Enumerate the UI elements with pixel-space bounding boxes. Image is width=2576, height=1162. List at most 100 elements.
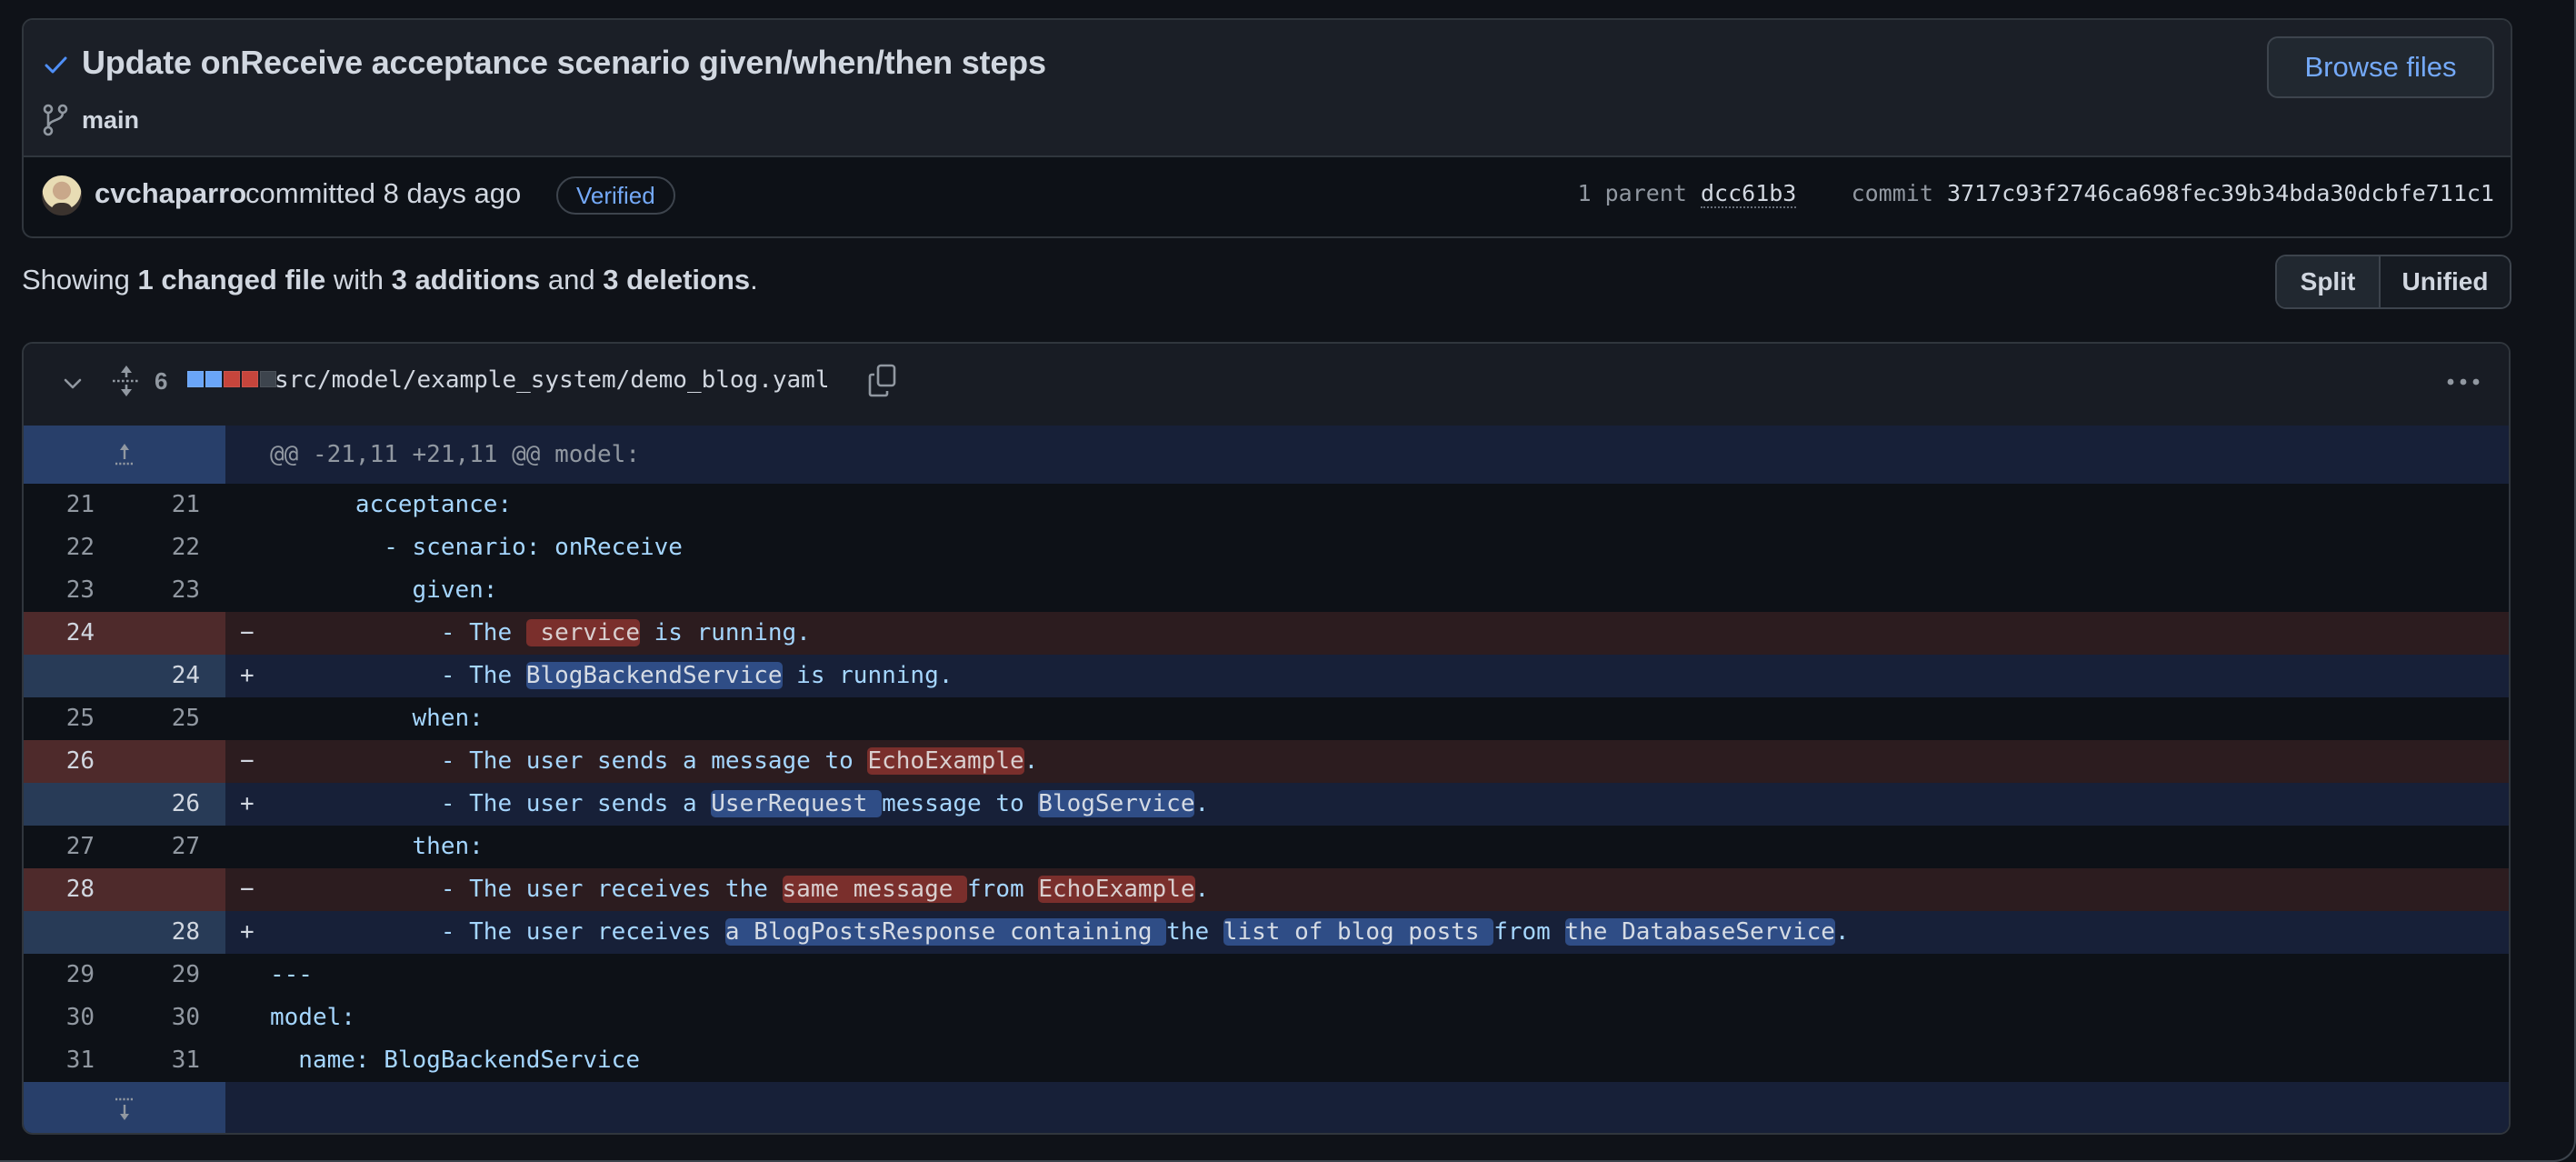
- summary-suffix: .: [750, 264, 758, 296]
- old-line-number[interactable]: 24: [24, 612, 115, 655]
- old-line-number[interactable]: 26: [24, 740, 115, 783]
- new-line-number[interactable]: 30: [115, 997, 225, 1039]
- diff-line-context: 25 25 when:: [24, 697, 2509, 740]
- code-line: - The BlogBackendService is running.: [270, 655, 2509, 697]
- code-text: is running.: [640, 619, 811, 646]
- commit-meta-row: cvchaparro committed 8 days ago Verified…: [24, 157, 2511, 236]
- code-line: when:: [270, 697, 2509, 740]
- diff-line-context: 29 29 ---: [24, 954, 2509, 997]
- diff-sign: +: [240, 790, 255, 817]
- git-branch-icon: [43, 104, 68, 136]
- code-line: model:: [270, 997, 2509, 1039]
- branch-name[interactable]: main: [82, 106, 139, 135]
- commit-hashes: 1 parent dcc61b3 commit 3717c93f2746ca69…: [1577, 180, 2494, 208]
- file-path[interactable]: src/model/example_system/demo_blog.yaml: [275, 366, 829, 394]
- code-text: - The: [270, 662, 526, 689]
- diff-sign: [225, 484, 270, 526]
- commit-hash: 3717c93f2746ca698fec39b34bda30dcbfe711c1: [1946, 180, 2494, 206]
- new-line-number[interactable]: 23: [115, 569, 225, 612]
- code-text: from: [967, 876, 1039, 903]
- file-diff: 6 src/model/example_system/demo_blog.yam…: [22, 342, 2511, 1135]
- old-line-number[interactable]: 31: [24, 1039, 115, 1082]
- new-line-number[interactable]: 29: [115, 954, 225, 997]
- new-line-number[interactable]: [115, 740, 225, 783]
- old-line-number[interactable]: 27: [24, 826, 115, 868]
- old-line-number[interactable]: 23: [24, 569, 115, 612]
- code-text: given:: [270, 576, 498, 604]
- new-line-number[interactable]: 25: [115, 697, 225, 740]
- old-line-number[interactable]: 30: [24, 997, 115, 1039]
- parent-hash-link[interactable]: dcc61b3: [1700, 180, 1797, 208]
- new-line-number[interactable]: 28: [115, 911, 225, 954]
- diff-line-context: 21 21 acceptance:: [24, 484, 2509, 526]
- code-text: when:: [270, 705, 484, 732]
- word-diff-added: the DatabaseService: [1564, 918, 1835, 946]
- code-line: - scenario: onReceive: [270, 526, 2509, 569]
- browse-files-button[interactable]: Browse files: [2267, 36, 2494, 98]
- old-line-number[interactable]: [24, 783, 115, 826]
- new-line-number[interactable]: 22: [115, 526, 225, 569]
- split-view-button[interactable]: Split: [2277, 256, 2381, 307]
- new-line-number[interactable]: 21: [115, 484, 225, 526]
- new-line-number[interactable]: [115, 868, 225, 911]
- old-line-number[interactable]: 28: [24, 868, 115, 911]
- code-text: acceptance:: [270, 491, 513, 518]
- old-line-number[interactable]: [24, 911, 115, 954]
- diffstat-square-add: [205, 371, 222, 387]
- word-diff-added: UserRequest: [711, 790, 883, 817]
- summary-and: and: [540, 264, 604, 296]
- old-line-number[interactable]: 21: [24, 484, 115, 526]
- author-avatar[interactable]: [42, 175, 82, 215]
- diff-sign: −: [240, 747, 255, 775]
- expand-down-row: [24, 1082, 2509, 1133]
- code-text: - The: [270, 619, 526, 646]
- expand-down-button[interactable]: [24, 1082, 225, 1133]
- code-text: - The user receives the: [270, 876, 783, 903]
- commit-title: Update onReceive acceptance scenario giv…: [82, 44, 1046, 81]
- old-line-number[interactable]: 22: [24, 526, 115, 569]
- code-text: ---: [270, 961, 313, 988]
- diff-line-context: 22 22 - scenario: onReceive: [24, 526, 2509, 569]
- new-line-number[interactable]: 27: [115, 826, 225, 868]
- word-diff-added: BlogBackendService: [525, 662, 783, 689]
- expand-up-icon: [115, 444, 134, 466]
- code-text: then:: [270, 833, 484, 860]
- code-text: is running.: [782, 662, 954, 689]
- expand-down-filler: [225, 1082, 2509, 1133]
- new-line-number[interactable]: 31: [115, 1039, 225, 1082]
- author-link[interactable]: cvchaparro: [95, 177, 246, 210]
- old-line-number[interactable]: 29: [24, 954, 115, 997]
- diff-line-context: 31 31 name: BlogBackendService: [24, 1039, 2509, 1082]
- diff-line-added: 28 + - The user receives a BlogPostsRespo…: [24, 911, 2509, 954]
- copy-icon[interactable]: [867, 364, 898, 398]
- summary-with: with: [325, 264, 392, 296]
- expand-all-icon[interactable]: [111, 364, 142, 398]
- file-header: 6 src/model/example_system/demo_blog.yam…: [24, 344, 2509, 427]
- old-line-number[interactable]: 25: [24, 697, 115, 740]
- diff-line-added: 26 + - The user sends a UserRequest messa…: [24, 783, 2509, 826]
- code-line: given:: [270, 569, 2509, 612]
- code-text: .: [1194, 790, 1210, 817]
- diff-sign: [225, 526, 270, 569]
- new-line-number[interactable]: 24: [115, 655, 225, 697]
- expand-up-button[interactable]: [24, 426, 225, 484]
- chevron-down-icon[interactable]: [62, 373, 84, 395]
- code-text: from: [1493, 918, 1565, 946]
- hunk-header: @@ -21,11 +21,11 @@ model:: [270, 441, 640, 468]
- commit-header-box: Update onReceive acceptance scenario giv…: [22, 18, 2512, 238]
- summary-additions: 3 additions: [391, 264, 541, 296]
- expand-down-icon: [115, 1097, 134, 1120]
- parent-count-label: 1 parent: [1577, 180, 1687, 206]
- verified-badge[interactable]: Verified: [556, 176, 675, 215]
- unified-view-button[interactable]: Unified: [2381, 256, 2510, 307]
- new-line-number[interactable]: [115, 612, 225, 655]
- check-icon: [45, 56, 67, 74]
- diff-summary: Showing 1 changed file with 3 additions …: [22, 264, 758, 296]
- code-line: - The user receives a BlogPostsResponse …: [270, 911, 2509, 954]
- code-line: name: BlogBackendService: [270, 1039, 2509, 1082]
- more-options-icon[interactable]: [2445, 373, 2481, 391]
- code-line: - The user sends a UserRequest message t…: [270, 783, 2509, 826]
- diff-sign: [225, 826, 270, 868]
- new-line-number[interactable]: 26: [115, 783, 225, 826]
- old-line-number[interactable]: [24, 655, 115, 697]
